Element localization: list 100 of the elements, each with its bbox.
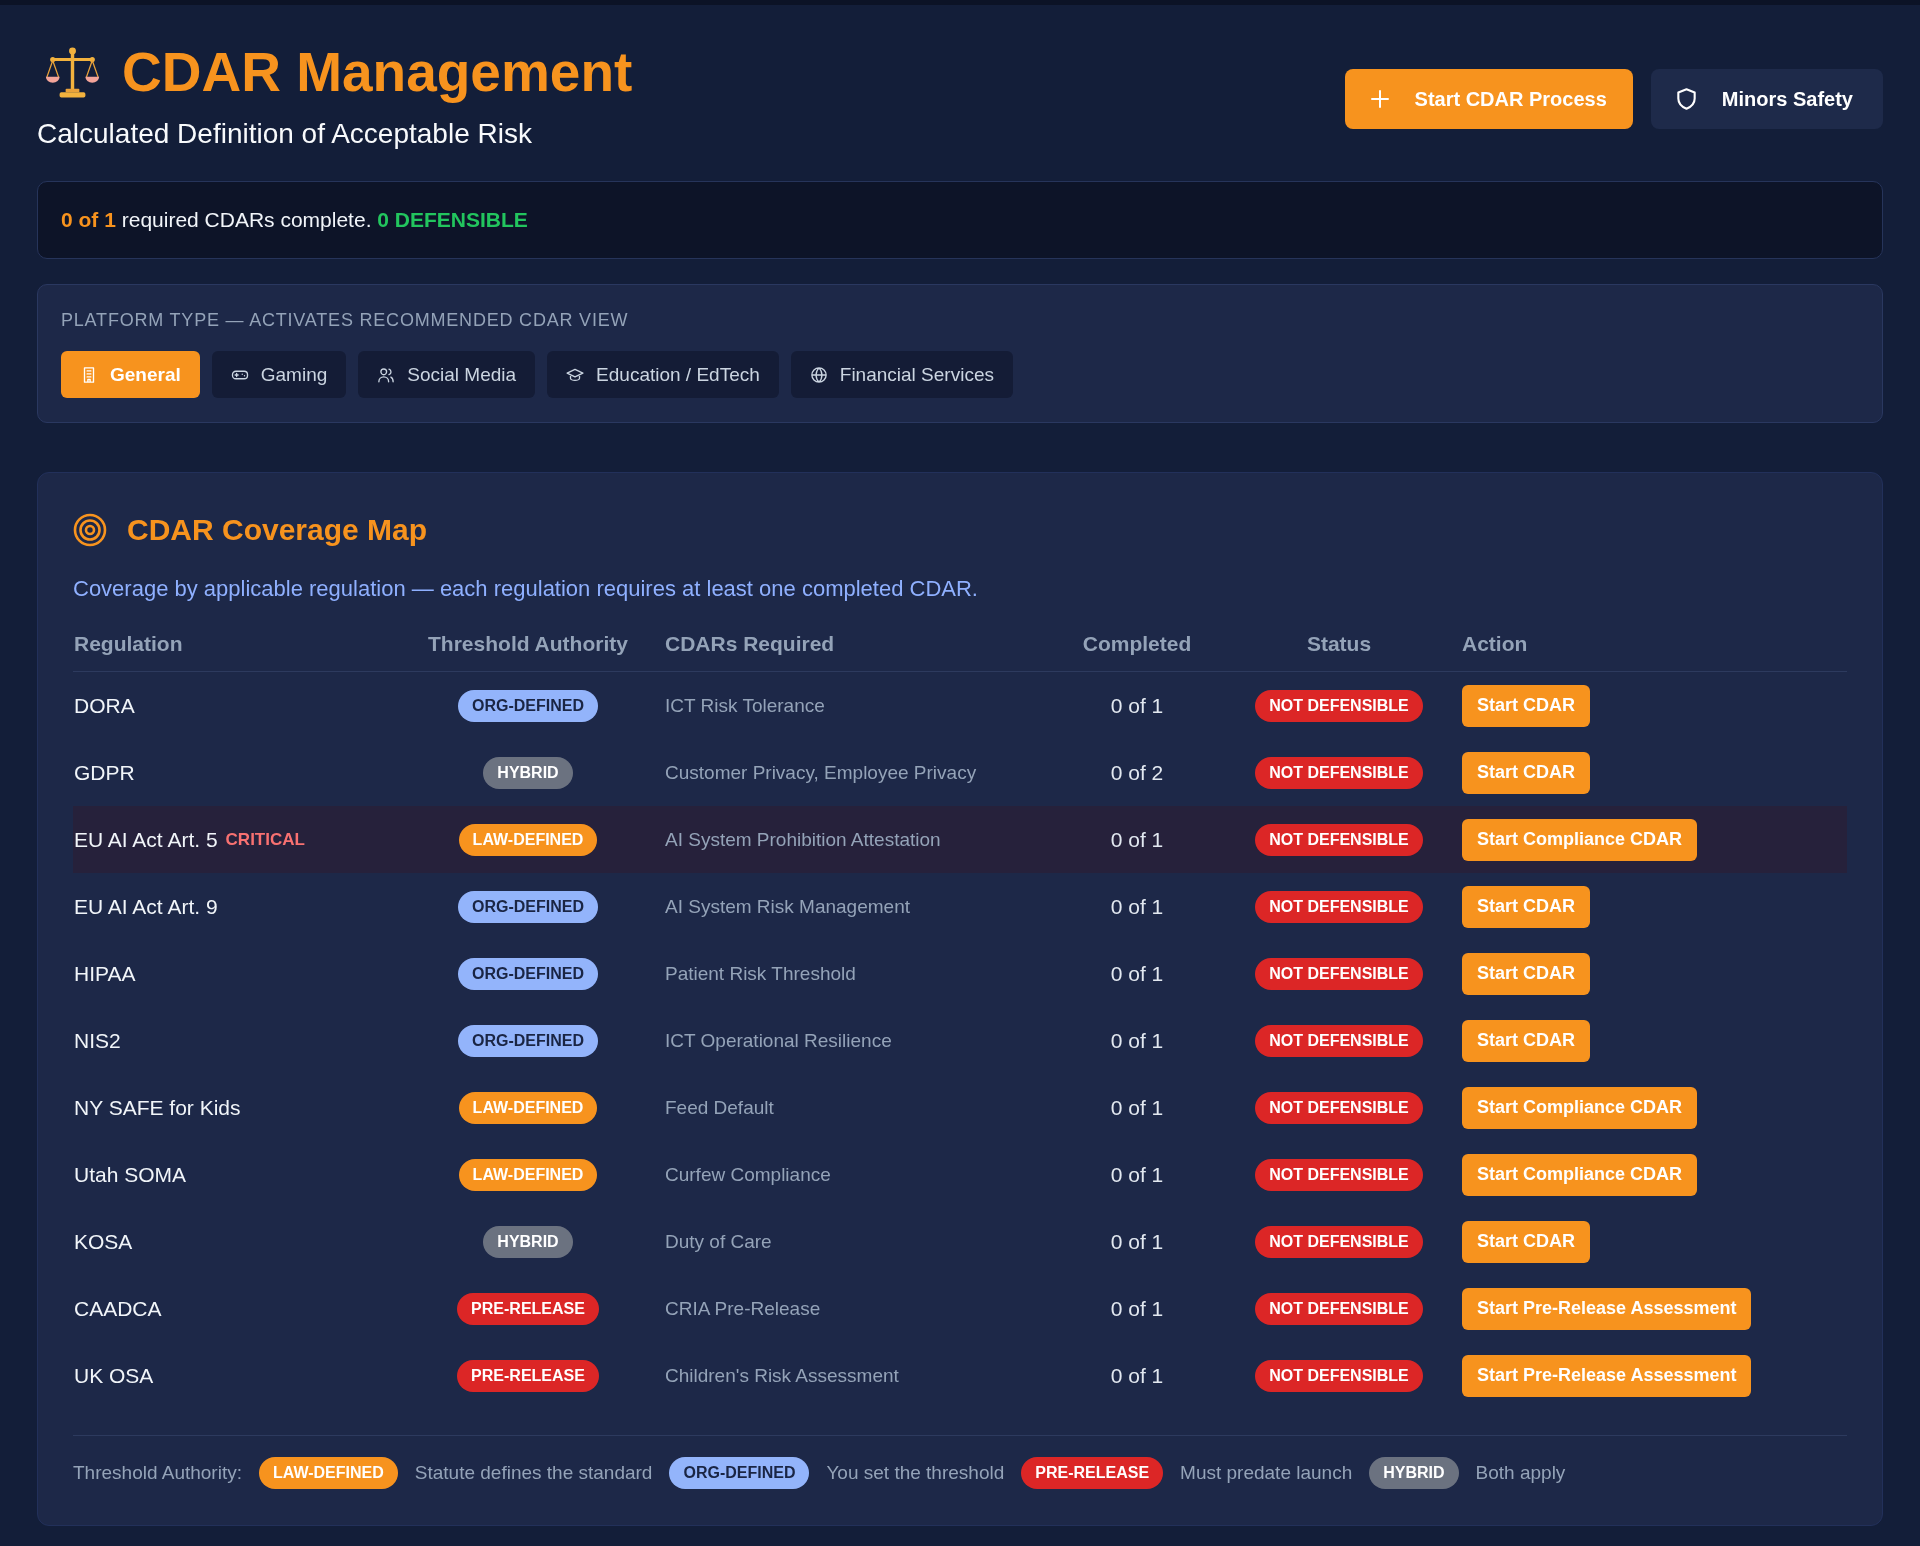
start-cdar-button[interactable]: Start CDAR — [1462, 751, 1590, 794]
authority-badge: ORG-DEFINED — [458, 1024, 598, 1057]
platform-tab[interactable]: Education / EdTech — [547, 351, 779, 398]
status-badge: NOT DEFENSIBLE — [1255, 1292, 1423, 1325]
status-badge: NOT DEFENSIBLE — [1255, 890, 1423, 923]
required-cdars: ICT Operational Resilience — [665, 1029, 892, 1052]
start-cdar-button[interactable]: Start CDAR — [1462, 684, 1590, 727]
critical-label: CRITICAL — [225, 829, 305, 850]
start-cdar-button[interactable]: Start Pre-Release Assessment — [1462, 1287, 1752, 1330]
status-badge: NOT DEFENSIBLE — [1255, 1024, 1423, 1057]
regulation-name: EU AI Act Art. 5 — [74, 827, 218, 852]
authority-badge: LAW-DEFINED — [458, 823, 598, 856]
authority-badge: PRE-RELEASE — [457, 1359, 599, 1392]
platform-tab[interactable]: Financial Services — [790, 351, 1013, 398]
authority-badge: ORG-DEFINED — [458, 957, 598, 990]
legend-description: Both apply — [1475, 1462, 1566, 1484]
authority-badge: PRE-RELEASE — [457, 1292, 599, 1325]
start-cdar-button[interactable]: Start Compliance CDAR — [1462, 1153, 1698, 1196]
status-badge: NOT DEFENSIBLE — [1255, 1225, 1423, 1258]
legend-description: Statute defines the standard — [414, 1462, 653, 1484]
regulation-name: DORA — [74, 693, 135, 718]
authority-badge: LAW-DEFINED — [458, 1091, 598, 1124]
page-subtitle: Calculated Definition of Acceptable Risk — [37, 117, 533, 151]
regulation-name: NIS2 — [74, 1028, 121, 1053]
completed-count: 0 of 1 — [1110, 1028, 1164, 1053]
regulation-name: Utah SOMA — [74, 1162, 187, 1187]
authority-badge: ORG-DEFINED — [458, 689, 598, 722]
status-badge: NOT DEFENSIBLE — [1255, 957, 1423, 990]
regulation-name: KOSA — [74, 1229, 133, 1254]
completed-count: 0 of 1 — [1110, 1095, 1164, 1120]
column-header: Action — [1462, 631, 1528, 656]
status-badge: NOT DEFENSIBLE — [1255, 823, 1423, 856]
column-header: Threshold Authority — [428, 631, 628, 656]
authority-badge: PRE-RELEASE — [1021, 1457, 1164, 1489]
column-header: Completed — [1082, 631, 1192, 656]
start-cdar-button[interactable]: Start CDAR — [1462, 1019, 1590, 1062]
start-cdar-button[interactable]: Start CDAR — [1462, 952, 1590, 995]
platform-tab[interactable]: General — [61, 351, 200, 398]
authority-badge: LAW-DEFINED — [458, 1158, 598, 1191]
authority-badge: HYBRID — [483, 756, 573, 789]
start-cdar-button[interactable]: Start Compliance CDAR — [1462, 1086, 1698, 1129]
legend-description: Must predate launch — [1180, 1462, 1353, 1484]
regulation-name: EU AI Act Art. 9 — [74, 894, 218, 919]
regulation-name: CAADCA — [74, 1296, 162, 1321]
section-title: CDAR Coverage Map — [127, 512, 428, 548]
required-cdars: Duty of Care — [665, 1230, 772, 1253]
start-process-button[interactable]: Start CDAR Process — [1344, 69, 1633, 129]
target-icon — [73, 513, 107, 547]
section-description: Coverage by applicable regulation — each regulation requires at least one completed CDAR. — [73, 575, 978, 603]
legend-label: Threshold Authority: — [73, 1462, 242, 1484]
completed-count: 0 of 1 — [1110, 961, 1164, 986]
summary-text: 0 of 1 required CDARs complete. 0 DEFENSIBLE — [61, 207, 528, 233]
globe-icon — [809, 365, 828, 384]
completed-count: 0 of 1 — [1110, 693, 1164, 718]
shield-icon — [1676, 88, 1696, 110]
safety-button[interactable]: Minors Safety — [1650, 69, 1883, 129]
regulation-name: UK OSA — [74, 1363, 154, 1388]
legend-description: You set the threshold — [826, 1462, 1005, 1484]
required-cdars: AI System Prohibition Attestation — [665, 828, 941, 851]
status-badge: NOT DEFENSIBLE — [1255, 756, 1423, 789]
platform-type-label: PLATFORM TYPE — ACTIVATES RECOMMENDED CDAR VIEW — [61, 309, 630, 331]
regulation-name: HIPAA — [74, 961, 136, 986]
page-title: CDAR Management — [122, 41, 633, 103]
authority-badge: LAW-DEFINED — [259, 1457, 398, 1489]
completed-count: 0 of 1 — [1110, 894, 1164, 919]
completed-count: 0 of 1 — [1110, 1162, 1164, 1187]
completed-count: 0 of 1 — [1110, 1229, 1164, 1254]
regulation-name: NY SAFE for Kids — [74, 1095, 241, 1120]
required-cdars: Curfew Compliance — [665, 1163, 831, 1186]
authority-badge: HYBRID — [1369, 1457, 1459, 1489]
authority-badge: ORG-DEFINED — [669, 1457, 810, 1489]
required-cdars: Patient Risk Threshold — [665, 962, 856, 985]
status-badge: NOT DEFENSIBLE — [1255, 689, 1423, 722]
start-cdar-button[interactable]: Start CDAR — [1462, 885, 1590, 928]
required-cdars: Customer Privacy, Employee Privacy — [665, 761, 977, 784]
required-cdars: CRIA Pre-Release — [665, 1297, 821, 1320]
completed-count: 0 of 1 — [1110, 827, 1164, 852]
start-cdar-button[interactable]: Start Compliance CDAR — [1462, 818, 1698, 861]
required-cdars: ICT Risk Tolerance — [665, 694, 825, 717]
regulation-name: GDPR — [74, 760, 135, 785]
completed-count: 0 of 1 — [1110, 1363, 1164, 1388]
required-cdars: AI System Risk Management — [665, 895, 910, 918]
completed-count: 0 of 1 — [1110, 1296, 1164, 1321]
authority-badge: ORG-DEFINED — [458, 890, 598, 923]
completed-count: 0 of 2 — [1110, 760, 1164, 785]
status-badge: NOT DEFENSIBLE — [1255, 1359, 1423, 1392]
required-cdars: Children's Risk Assessment — [665, 1364, 899, 1387]
column-header: CDARs Required — [665, 631, 835, 656]
required-cdars: Feed Default — [665, 1096, 774, 1119]
status-badge: NOT DEFENSIBLE — [1255, 1158, 1423, 1191]
platform-tab[interactable]: Gaming — [211, 351, 347, 398]
start-cdar-button[interactable]: Start Pre-Release Assessment — [1462, 1354, 1752, 1397]
column-header: Status — [1306, 631, 1372, 656]
column-header: Regulation — [74, 631, 183, 656]
authority-badge: HYBRID — [483, 1225, 573, 1258]
users-icon — [377, 365, 396, 384]
status-badge: NOT DEFENSIBLE — [1255, 1091, 1423, 1124]
platform-tab[interactable]: Social Media — [358, 351, 536, 398]
plus-icon — [1370, 90, 1389, 108]
start-cdar-button[interactable]: Start CDAR — [1462, 1220, 1590, 1263]
